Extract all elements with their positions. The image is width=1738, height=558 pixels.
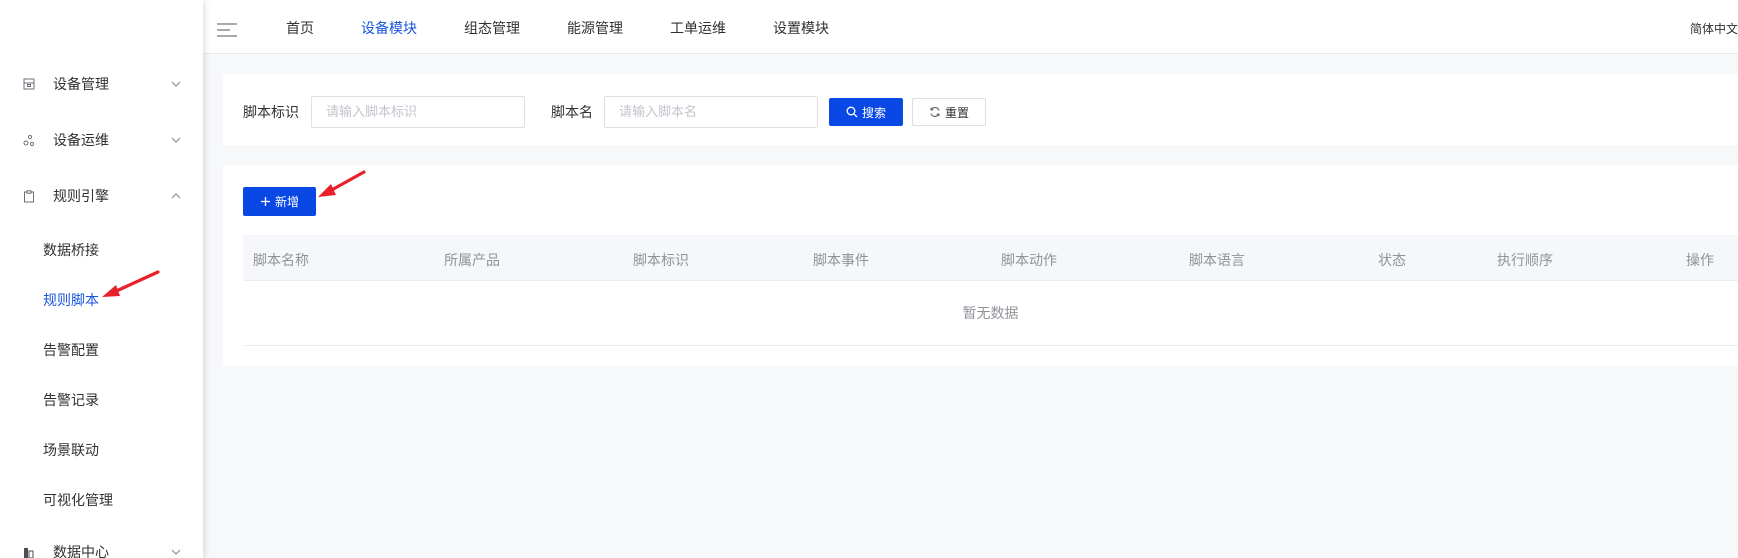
nav-tab-device-module[interactable]: 设备模块 — [361, 18, 417, 38]
search-form: 脚本标识 脚本名 搜索 重置 — [223, 74, 1738, 145]
top-navbar: 首页 设备模块 组态管理 能源管理 工单运维 设置模块 简体中文 — [203, 0, 1738, 54]
sidebar-item-label: 告警记录 — [43, 393, 99, 409]
column-header-script-id[interactable]: 脚本标识 — [633, 250, 689, 270]
nav-tab-settings[interactable]: 设置模块 — [773, 18, 829, 38]
sidebar-item-visual-management[interactable]: 可视化管理 — [0, 480, 203, 520]
nav-tab-workorder[interactable]: 工单运维 — [670, 18, 726, 38]
column-header-script-language[interactable]: 脚本语言 — [1189, 250, 1245, 270]
sidebar-item-label: 数据桥接 — [43, 243, 99, 259]
sidebar: 设备管理 设备运维 规则引擎 数据桥接 规则脚本 告警配置 告警记录 场景联动 … — [0, 0, 203, 558]
chevron-down-icon — [171, 81, 181, 87]
column-header-status[interactable]: 状态 — [1378, 250, 1406, 270]
sidebar-group-label: 数据中心 — [53, 545, 109, 558]
search-button-label: 搜索 — [861, 105, 886, 120]
nav-tab-scada[interactable]: 组态管理 — [464, 18, 520, 38]
sidebar-item-label: 可视化管理 — [43, 493, 113, 509]
sidebar-item-label: 规则脚本 — [43, 293, 99, 309]
chevron-down-icon — [171, 549, 181, 555]
clipboard-icon — [22, 189, 36, 203]
nodes-icon — [22, 133, 36, 147]
column-header-product[interactable]: 所属产品 — [444, 250, 500, 270]
sidebar-item-scene-linkage[interactable]: 场景联动 — [0, 430, 203, 470]
device-box-icon — [22, 77, 36, 91]
sidebar-group-data-center[interactable]: 数据中心 — [0, 532, 203, 558]
sidebar-item-label: 告警配置 — [43, 343, 99, 359]
script-table-card: 新增 脚本名称 所属产品 脚本标识 脚本事件 脚本动作 脚本语言 状态 执行顺序… — [223, 165, 1738, 366]
table-empty-state: 暂无数据 — [243, 281, 1738, 346]
sidebar-item-alert-records[interactable]: 告警记录 — [0, 380, 203, 420]
chevron-up-icon — [171, 193, 181, 199]
sidebar-group-label: 规则引擎 — [53, 189, 109, 205]
column-header-script-action[interactable]: 脚本动作 — [1001, 250, 1057, 270]
column-header-operation[interactable]: 操作 — [1686, 250, 1714, 270]
sidebar-group-rule-engine[interactable]: 规则引擎 — [0, 176, 203, 216]
sidebar-group-label: 设备管理 — [53, 77, 109, 93]
column-header-script-event[interactable]: 脚本事件 — [813, 250, 869, 270]
chevron-down-icon — [171, 137, 181, 143]
language-switcher[interactable]: 简体中文 — [1690, 20, 1738, 37]
column-header-exec-order[interactable]: 执行顺序 — [1497, 250, 1553, 270]
sidebar-group-device-ops[interactable]: 设备运维 — [0, 120, 203, 160]
empty-text: 暂无数据 — [962, 306, 1019, 322]
reset-button-label: 重置 — [944, 105, 969, 120]
search-button[interactable]: 搜索 — [829, 98, 903, 126]
add-button[interactable]: 新增 — [243, 187, 316, 216]
refresh-icon — [930, 107, 940, 117]
nav-tab-energy[interactable]: 能源管理 — [567, 18, 623, 38]
menu-toggle-icon[interactable] — [217, 23, 237, 37]
script-id-input[interactable] — [311, 96, 525, 128]
sidebar-item-rule-script[interactable]: 规则脚本 — [0, 280, 203, 320]
sidebar-item-data-bridge[interactable]: 数据桥接 — [0, 230, 203, 270]
nav-tab-home[interactable]: 首页 — [286, 18, 314, 38]
script-name-input[interactable] — [604, 96, 818, 128]
plus-icon — [260, 197, 270, 206]
sidebar-item-label: 场景联动 — [43, 443, 99, 459]
sidebar-group-label: 设备运维 — [53, 133, 109, 149]
script-name-label: 脚本名 — [551, 105, 593, 121]
script-id-label: 脚本标识 — [243, 105, 299, 121]
table-header: 脚本名称 所属产品 脚本标识 脚本事件 脚本动作 脚本语言 状态 执行顺序 操作 — [243, 235, 1738, 281]
database-icon — [22, 545, 36, 558]
reset-button[interactable]: 重置 — [912, 98, 986, 126]
add-button-label: 新增 — [274, 195, 299, 209]
column-header-script-name[interactable]: 脚本名称 — [253, 250, 309, 270]
search-icon — [846, 106, 858, 118]
sidebar-group-device-management[interactable]: 设备管理 — [0, 64, 203, 104]
sidebar-item-alert-config[interactable]: 告警配置 — [0, 330, 203, 370]
